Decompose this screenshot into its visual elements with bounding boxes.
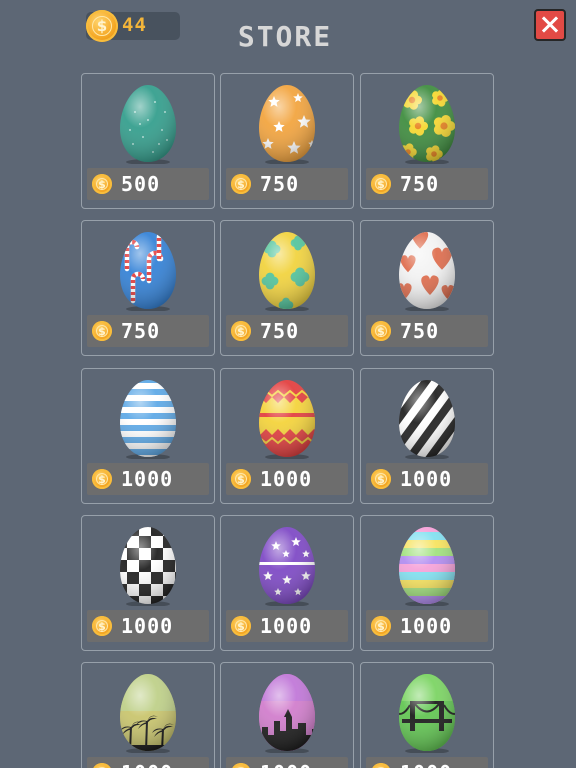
egg-palm-trees-icon: [115, 671, 181, 753]
egg-item-card[interactable]: $1000: [360, 662, 494, 768]
price-label: 750: [121, 319, 161, 343]
coin-symbol: $: [98, 472, 106, 486]
egg-item-card[interactable]: $750: [360, 73, 494, 209]
egg-item-card[interactable]: $1000: [81, 515, 215, 651]
price-label: 1000: [400, 614, 453, 638]
egg-item-card[interactable]: $1000: [81, 662, 215, 768]
coin-icon: $: [86, 10, 118, 42]
buy-price-button[interactable]: $1000: [226, 463, 348, 495]
buy-price-button[interactable]: $750: [226, 315, 348, 347]
buy-price-button[interactable]: $1000: [87, 757, 209, 768]
coin-icon: $: [92, 174, 112, 194]
coin-icon: $: [371, 763, 391, 768]
egg-item-card[interactable]: $750: [220, 73, 354, 209]
coin-icon: $: [231, 174, 251, 194]
coin-symbol: $: [237, 324, 245, 338]
coin-symbol: $: [237, 472, 245, 486]
price-label: 1000: [121, 761, 173, 768]
coin-icon: $: [92, 469, 112, 489]
price-label: 750: [260, 319, 300, 343]
coin-symbol: $: [377, 177, 385, 191]
coin-icon: $: [371, 469, 391, 489]
close-button[interactable]: [534, 9, 566, 41]
coin-icon: $: [231, 469, 251, 489]
buy-price-button[interactable]: $750: [226, 168, 348, 200]
buy-price-button[interactable]: $1000: [87, 610, 209, 642]
coin-symbol: $: [377, 324, 385, 338]
buy-price-button[interactable]: $1000: [87, 463, 209, 495]
egg-orange-stars-icon: [254, 82, 320, 164]
buy-price-button[interactable]: $500: [87, 168, 209, 200]
coin-symbol: $: [377, 472, 385, 486]
price-label: 500: [121, 172, 161, 196]
buy-price-button[interactable]: $750: [366, 315, 488, 347]
egg-item-card[interactable]: $1000: [220, 368, 354, 504]
coin-symbol: $: [231, 763, 251, 768]
price-label: 750: [400, 319, 440, 343]
egg-teal-speckled-icon: [115, 82, 181, 164]
egg-purple-stars-icon: [254, 524, 320, 606]
price-label: 1000: [260, 761, 312, 768]
coin-icon: $: [92, 321, 112, 341]
buy-price-button[interactable]: $1000: [366, 463, 488, 495]
egg-item-card[interactable]: $750: [360, 220, 494, 356]
egg-green-flowers-icon: [394, 82, 460, 164]
coin-symbol: $: [98, 177, 106, 191]
coin-symbol: $: [92, 763, 112, 768]
egg-white-hearts-icon: [394, 229, 460, 311]
price-label: 1000: [260, 614, 313, 638]
price-label: 1000: [121, 614, 174, 638]
egg-item-card[interactable]: $1000: [360, 368, 494, 504]
coin-icon: $: [371, 616, 391, 636]
egg-red-yellow-zigzag-icon: [254, 377, 320, 459]
egg-black-white-swirl-icon: [394, 377, 460, 459]
egg-bridge-icon: [394, 671, 460, 753]
coin-symbol: $: [237, 619, 245, 633]
egg-item-card[interactable]: $1000: [81, 368, 215, 504]
store-screen: $ 44 STORE $500 $750 $ 750 $ 750 $ 750 $…: [0, 0, 576, 768]
buy-price-button[interactable]: $1000: [226, 610, 348, 642]
buy-price-button[interactable]: $750: [87, 315, 209, 347]
coin-icon: $: [371, 174, 391, 194]
coin-icon: $: [231, 321, 251, 341]
coin-icon: $: [231, 616, 251, 636]
buy-price-button[interactable]: $750: [366, 168, 488, 200]
page-title: STORE: [237, 20, 333, 53]
egg-item-card[interactable]: $1000: [220, 662, 354, 768]
egg-city-skyline-icon: [254, 671, 320, 753]
coin-icon: $: [371, 321, 391, 341]
egg-blue-candy-canes-icon: [115, 229, 181, 311]
coin-icon: $: [92, 616, 112, 636]
egg-yellow-clovers-icon: [254, 229, 320, 311]
egg-black-white-checker-icon: [115, 524, 181, 606]
coin-symbol: $: [371, 763, 391, 768]
price-label: 1000: [400, 761, 452, 768]
egg-item-card[interactable]: $1000: [220, 515, 354, 651]
egg-item-card[interactable]: $750: [81, 220, 215, 356]
buy-price-button[interactable]: $1000: [366, 610, 488, 642]
coin-icon: $: [92, 763, 112, 768]
price-label: 1000: [260, 467, 313, 491]
egg-blue-white-stripes-icon: [115, 377, 181, 459]
egg-item-card[interactable]: $750: [220, 220, 354, 356]
coin-icon: $: [231, 763, 251, 768]
price-label: 750: [400, 172, 440, 196]
egg-item-card[interactable]: $1000: [360, 515, 494, 651]
coin-symbol: $: [96, 17, 108, 35]
coin-symbol: $: [237, 177, 245, 191]
egg-item-card[interactable]: $500: [81, 73, 215, 209]
price-label: 750: [260, 172, 300, 196]
egg-rainbow-stripes-icon: [394, 524, 460, 606]
coin-symbol: $: [98, 619, 106, 633]
buy-price-button[interactable]: $1000: [366, 757, 488, 768]
coin-symbol: $: [377, 619, 385, 633]
coin-symbol: $: [98, 324, 106, 338]
price-label: 1000: [121, 467, 174, 491]
buy-price-button[interactable]: $1000: [226, 757, 348, 768]
coin-balance: 44: [122, 14, 147, 36]
price-label: 1000: [400, 467, 453, 491]
